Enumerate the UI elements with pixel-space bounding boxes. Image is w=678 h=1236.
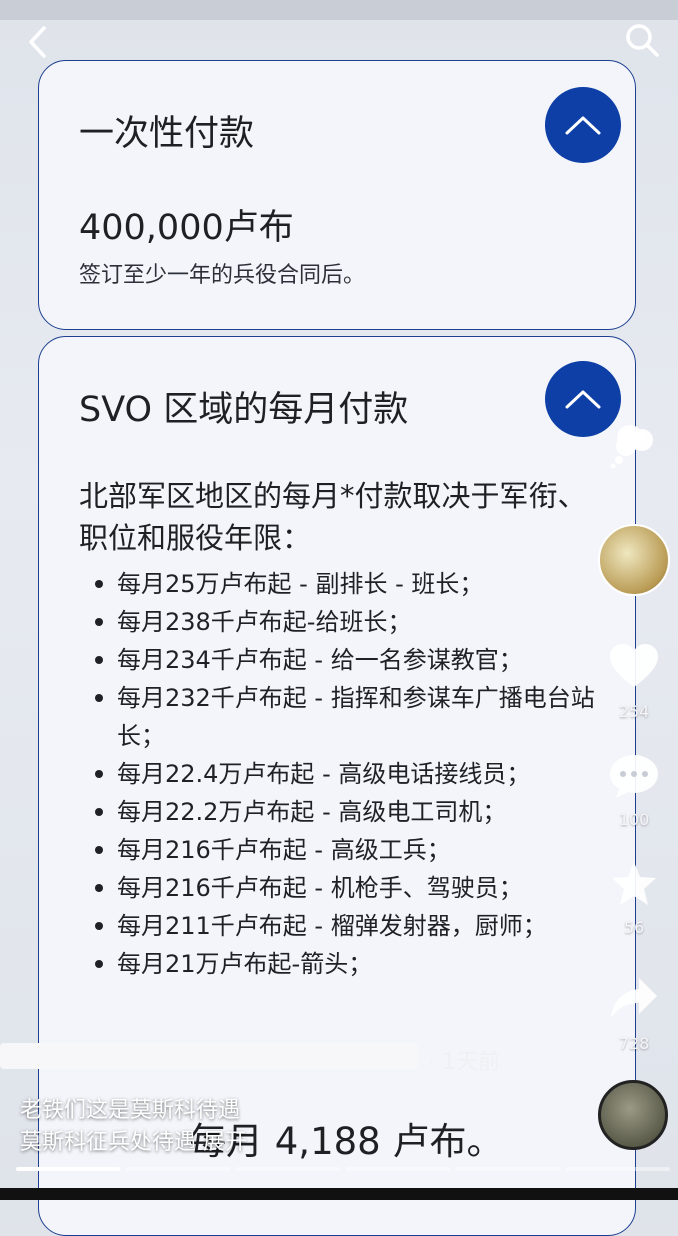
collapse-button[interactable] [545,87,621,163]
thought-bubble-icon [610,425,653,468]
star-icon [612,862,656,905]
list-item: 每月238千卢布起-给班长； [95,603,615,641]
list-item: 每月211千卢布起 - 榴弹发射器，厨师； [95,907,615,945]
list-item: 每月216千卢布起 - 机枪手、驾驶员； [95,869,615,907]
progress-segment [126,1167,230,1171]
monthly-payment-intro: 北部军区地区的每月*付款取决于军衔、职位和服役年限： [79,479,587,555]
list-item: 每月216千卢布起 - 高级工兵； [95,831,615,869]
share-button[interactable] [604,972,664,1024]
back-button[interactable] [18,22,58,62]
comment-icon [610,755,658,798]
favorite-button[interactable] [604,858,664,910]
status-strip [0,0,678,20]
progress-segment [566,1167,670,1171]
redacted-comment [0,1043,418,1069]
comment-time: · 1天前 [428,1050,500,1075]
comment-button[interactable] [604,750,664,802]
list-item: 每月234千卢布起 - 给一名参谋教官； [95,641,615,679]
list-item: 每月22.2万卢布起 - 高级电工司机； [95,793,615,831]
music-disc[interactable] [598,1080,668,1150]
payment-list: 每月25万卢布起 - 副排长 - 班长； 每月238千卢布起-给班长； 每月23… [95,565,615,983]
search-icon [626,24,659,57]
bottom-bar [0,1188,678,1200]
list-item: 每月25万卢布起 - 副排长 - 班长； [95,565,615,603]
chat-bubble-button[interactable] [604,416,664,472]
list-item: 每月232千卢布起 - 指挥和参谋车广播电台站长； [95,679,615,755]
favorite-count: 56 [623,918,645,937]
progress-segment [346,1167,450,1171]
progress-segment [456,1167,560,1171]
chevron-left-icon [29,26,46,58]
share-arrow-icon [611,978,657,1018]
video-caption-expand[interactable]: 莫斯科征兵处待遇 展开 [20,1124,247,1156]
like-count: 254 [618,702,650,721]
lump-sum-amount: 400,000卢布 [79,208,294,248]
monthly-payment-title: SVO 区域的每月付款 [79,390,409,430]
video-caption: 老铁们这是莫斯科待遇 [20,1098,241,1123]
lump-sum-card: 一次性付款 400,000卢布 签订至少一年的兵役合同后。 [38,60,636,330]
search-button[interactable] [622,20,662,60]
lump-sum-note: 签订至少一年的兵役合同后。 [79,263,366,288]
progress-segment [236,1167,340,1171]
comment-count: 100 [618,810,650,829]
list-item: 每月22.4万卢布起 - 高级电话接线员； [95,755,615,793]
video-progress [16,1167,670,1171]
lump-sum-title: 一次性付款 [79,114,255,154]
like-button[interactable] [604,640,664,692]
list-item: 每月21万卢布起-箭头； [95,945,615,983]
heart-icon [610,644,658,687]
share-count: 728 [618,1034,650,1053]
chevron-up-icon [565,390,601,409]
author-avatar[interactable] [598,524,670,596]
chevron-up-icon [565,116,601,135]
progress-segment [16,1167,120,1171]
